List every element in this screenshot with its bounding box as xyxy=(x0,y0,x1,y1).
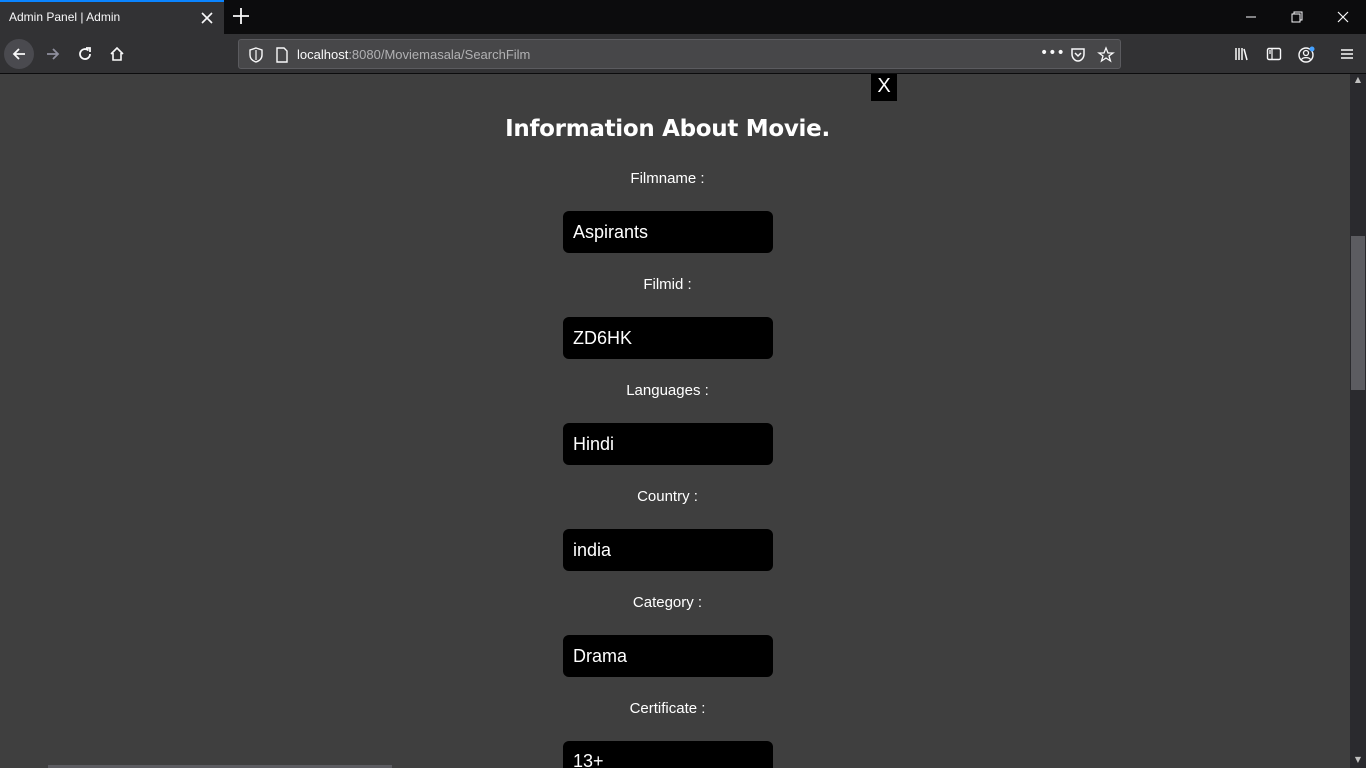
page-title: Information About Movie. xyxy=(505,116,830,142)
country-label: Country : xyxy=(637,488,698,505)
url-bar[interactable]: localhost:8080/Moviemasala/SearchFilm ••… xyxy=(238,39,1121,69)
certificate-field[interactable]: 13+ xyxy=(563,741,773,768)
reload-icon[interactable] xyxy=(70,39,100,69)
close-modal-button[interactable]: X xyxy=(871,74,897,101)
shield-icon[interactable] xyxy=(247,46,265,64)
close-window-icon[interactable] xyxy=(1320,0,1366,34)
languages-field[interactable]: Hindi xyxy=(563,423,773,465)
tab-bar: Admin Panel | Admin xyxy=(0,0,1366,34)
minimize-icon[interactable] xyxy=(1228,0,1274,34)
filmname-field[interactable]: Aspirants xyxy=(563,211,773,253)
forward-icon[interactable] xyxy=(38,39,68,69)
bookmark-star-icon[interactable] xyxy=(1097,46,1115,64)
navigation-toolbar: localhost:8080/Moviemasala/SearchFilm ••… xyxy=(0,34,1366,74)
url-text[interactable]: localhost:8080/Moviemasala/SearchFilm xyxy=(297,47,530,62)
back-icon[interactable] xyxy=(4,39,34,69)
pocket-icon[interactable] xyxy=(1069,46,1087,64)
category-field[interactable]: Drama xyxy=(563,635,773,677)
languages-label: Languages : xyxy=(626,382,709,399)
new-tab-icon[interactable] xyxy=(230,5,252,27)
menu-icon[interactable] xyxy=(1332,39,1362,69)
tab-title: Admin Panel | Admin xyxy=(9,10,121,24)
certificate-label: Certificate : xyxy=(629,700,706,717)
scroll-down-icon[interactable]: ▼ xyxy=(1351,754,1365,766)
category-label: Category : xyxy=(632,594,703,611)
filmname-label: Filmname : xyxy=(630,170,705,187)
account-icon[interactable] xyxy=(1291,39,1321,69)
scroll-up-icon[interactable]: ▲ xyxy=(1351,74,1365,86)
filmid-label: Filmid : xyxy=(643,276,692,293)
url-path: :8080/Moviemasala/SearchFilm xyxy=(348,47,531,62)
scroll-thumb[interactable] xyxy=(1351,236,1365,390)
restore-icon[interactable] xyxy=(1274,0,1320,34)
page-actions-icon[interactable]: ••• xyxy=(1040,45,1065,63)
filmid-field[interactable]: ZD6HK xyxy=(563,317,773,359)
library-icon[interactable] xyxy=(1227,39,1257,69)
country-field[interactable]: india xyxy=(563,529,773,571)
tab-admin-panel[interactable]: Admin Panel | Admin xyxy=(0,0,224,34)
page-info-icon[interactable] xyxy=(273,46,291,64)
url-host: localhost xyxy=(297,47,349,62)
page-content: X Information About Movie. Filmname : As… xyxy=(0,74,1350,768)
home-icon[interactable] xyxy=(102,39,132,69)
sidebar-icon[interactable] xyxy=(1259,39,1289,69)
tab-close-icon[interactable] xyxy=(198,9,216,27)
browser-chrome: Admin Panel | Admin localhost:8080/Movie… xyxy=(0,0,1366,74)
vertical-scrollbar[interactable] xyxy=(1350,74,1366,768)
